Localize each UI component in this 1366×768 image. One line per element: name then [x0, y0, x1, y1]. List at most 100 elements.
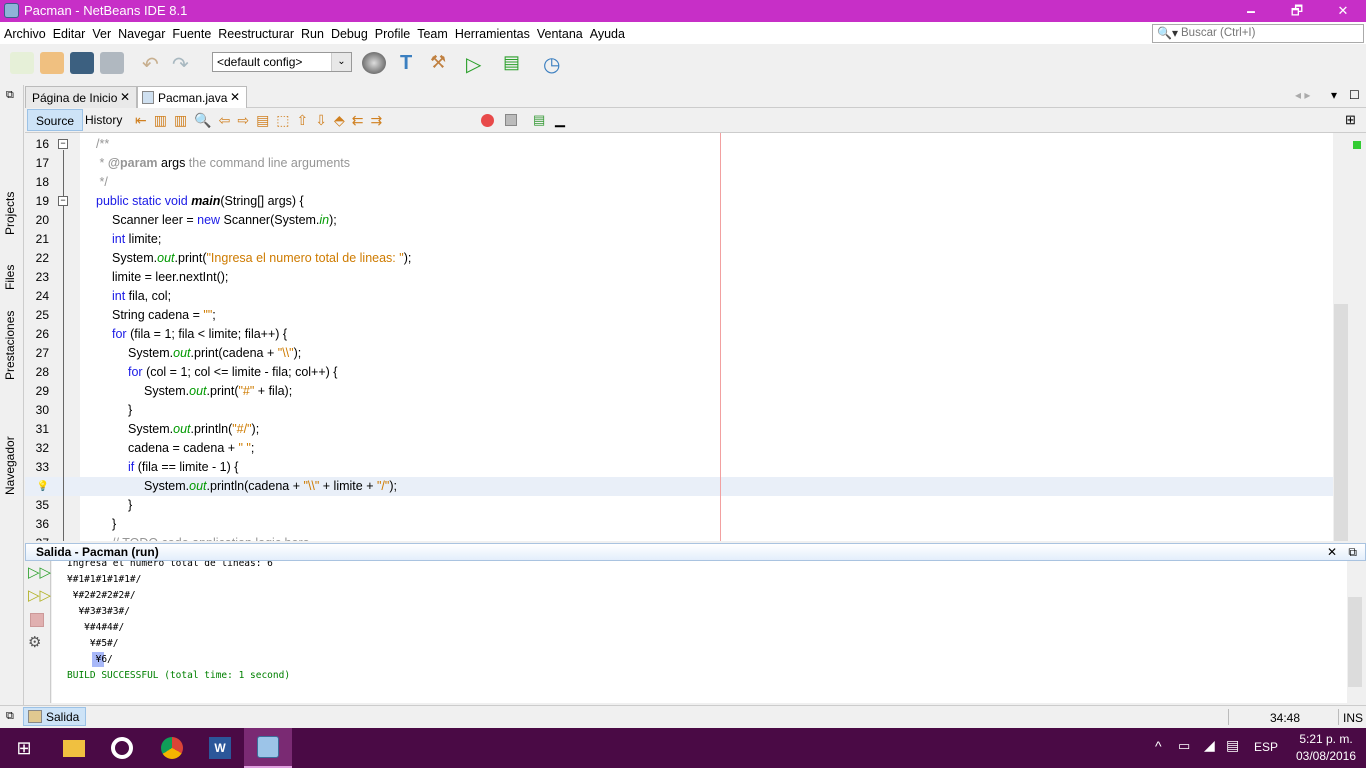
restore-window-icon[interactable]: ⧉ — [6, 710, 14, 723]
menu-navegar[interactable]: Navegar — [114, 22, 168, 41]
code-line[interactable]: // TODO code application logic here — [25, 534, 1335, 541]
editor-action-icons[interactable]: ⇤▥▥🔍⇦⇨▤⬚⇧⇩⬘⇇⇉ — [135, 112, 389, 129]
side-tab-projects[interactable]: Projects — [3, 192, 17, 235]
close-icon[interactable]: ✕ — [1327, 545, 1337, 559]
netbeans-taskbar-icon[interactable] — [257, 736, 279, 758]
output-scrollbar[interactable] — [1347, 561, 1363, 703]
code-line[interactable]: cadena = cadena + " "; — [25, 439, 1335, 458]
fold-toggle-icon[interactable]: − — [58, 139, 68, 149]
restore-window-icon[interactable]: ⧉ — [6, 89, 14, 102]
clock-time[interactable]: 5:21 p. m. — [1296, 732, 1356, 746]
code-line[interactable]: Scanner leer = new Scanner(System.in); — [25, 211, 1335, 230]
menu-fuente[interactable]: Fuente — [168, 22, 214, 41]
code-line[interactable]: public static void main(String[] args) { — [25, 192, 1335, 211]
editor-scrollbar-thumb[interactable] — [1334, 304, 1348, 541]
file-explorer-icon[interactable] — [63, 739, 85, 757]
code-line[interactable]: System.out.print("#" + fila); — [25, 382, 1335, 401]
split-editor-icon[interactable]: ⊞ — [1345, 112, 1356, 128]
code-line[interactable]: */ — [25, 173, 1335, 192]
side-tab-navegador[interactable]: Navegador — [3, 436, 17, 495]
minimize-button[interactable]: 🗕 — [1228, 0, 1274, 22]
close-button[interactable]: ✕ — [1320, 0, 1366, 22]
uncomment-icon[interactable]: ▁ — [555, 112, 565, 128]
config-select[interactable]: <default config> ⌄ — [212, 52, 352, 72]
fold-toggle-icon[interactable]: − — [58, 196, 68, 206]
code-line[interactable]: if (fila == limite - 1) { — [25, 458, 1335, 477]
new-project-icon[interactable] — [40, 52, 64, 74]
menu-run[interactable]: Run — [297, 22, 327, 41]
code-line[interactable]: /** — [25, 135, 1335, 154]
language-indicator[interactable]: ESP — [1254, 740, 1278, 754]
chevron-up-icon[interactable]: ^ — [1155, 738, 1162, 754]
profile-icon[interactable]: ◷ — [543, 52, 567, 76]
code-editor[interactable]: /** 16− * @param args the command line ar… — [25, 133, 1335, 541]
code-line[interactable]: } — [25, 496, 1335, 515]
menu-ventana[interactable]: Ventana — [533, 22, 586, 41]
redo-icon[interactable]: ↷ — [172, 52, 196, 76]
output-scrollbar-thumb[interactable] — [1348, 597, 1362, 687]
browser-icon[interactable] — [362, 52, 386, 74]
code-line[interactable]: System.out.print(cadena + "\\"); — [25, 344, 1335, 363]
wifi-icon[interactable]: ◢ — [1204, 737, 1215, 754]
tab-scroll-arrows[interactable]: ◂ ▸ — [1295, 88, 1310, 102]
rerun-options-icon[interactable]: ▷▷ — [28, 586, 51, 604]
code-line[interactable]: for (fila = 1; fila < limite; fila++) { — [25, 325, 1335, 344]
code-line[interactable]: String cadena = ""; — [25, 306, 1335, 325]
output-console[interactable]: Ingresa el numero total de lineas: 6 ¥#1#… — [52, 561, 1347, 703]
history-button[interactable]: History — [77, 109, 130, 131]
windows-start-icon[interactable]: ⊞ — [0, 728, 48, 768]
side-tab-files[interactable]: Files — [3, 265, 17, 290]
word-icon[interactable]: W — [209, 737, 231, 759]
code-line[interactable]: System.out.println("#/"); — [25, 420, 1335, 439]
menu-herramientas[interactable]: Herramientas — [451, 22, 533, 41]
save-all-icon[interactable] — [100, 52, 124, 74]
code-line[interactable]: System.out.println(cadena + "\\" + limit… — [25, 477, 1335, 496]
debug-icon[interactable]: ▤ — [503, 52, 527, 74]
menu-debug[interactable]: Debug — [327, 22, 371, 41]
clean-build-icon[interactable]: ⚒ — [430, 52, 454, 74]
groove-music-icon[interactable] — [111, 737, 133, 759]
restore-window-icon[interactable]: ⧉ — [1348, 545, 1357, 560]
code-line[interactable]: } — [25, 515, 1335, 534]
record-macro-icon[interactable] — [481, 114, 494, 127]
settings-icon[interactable]: ⚙ — [28, 633, 41, 651]
stop-icon[interactable] — [30, 613, 44, 627]
battery-icon[interactable]: ▭ — [1178, 738, 1190, 754]
code-line[interactable]: * @param args the command line arguments — [25, 154, 1335, 173]
clock-date[interactable]: 03/08/2016 — [1292, 749, 1360, 763]
code-line[interactable]: int limite; — [25, 230, 1335, 249]
menu-profile[interactable]: Profile — [371, 22, 413, 41]
hint-bulb-icon[interactable]: 💡 — [25, 477, 49, 496]
menu-editar[interactable]: Editar — [49, 22, 89, 41]
tab-list-chevron-icon[interactable]: ▾ — [1331, 88, 1337, 102]
menu-archivo[interactable]: Archivo — [0, 22, 49, 41]
source-button[interactable]: Source — [27, 109, 84, 131]
new-file-icon[interactable] — [10, 52, 34, 74]
stop-macro-icon[interactable] — [505, 114, 517, 126]
close-icon[interactable]: ✕ — [120, 90, 130, 104]
rerun-icon[interactable]: ▷▷ — [28, 563, 51, 581]
build-icon[interactable]: T — [400, 52, 424, 74]
open-project-icon[interactable] — [70, 52, 94, 74]
menu-ver[interactable]: Ver — [88, 22, 114, 41]
search-input[interactable]: 🔍▾ Buscar (Ctrl+I) — [1152, 24, 1364, 43]
undo-icon[interactable]: ↶ — [142, 52, 166, 76]
menu-team[interactable]: Team — [413, 22, 451, 41]
tab-pacman-java[interactable]: Pacman.java ✕ — [137, 86, 247, 108]
maximize-button[interactable]: 🗗 — [1274, 0, 1320, 22]
tab-pagina-de-inicio[interactable]: Página de Inicio ✕ — [25, 86, 137, 108]
maximize-editor-icon[interactable]: ☐ — [1349, 88, 1360, 102]
code-line[interactable]: int fila, col; — [25, 287, 1335, 306]
run-icon[interactable]: ▷ — [466, 52, 490, 76]
code-line[interactable]: limite = leer.nextInt(); — [25, 268, 1335, 287]
menu-reestructurar[interactable]: Reestructurar — [214, 22, 297, 41]
code-line[interactable]: for (col = 1; col <= limite - fila; col+… — [25, 363, 1335, 382]
output-tab-button[interactable]: Salida — [23, 707, 87, 726]
code-line[interactable]: System.out.print("Ingresa el numero tota… — [25, 249, 1335, 268]
menu-ayuda[interactable]: Ayuda — [586, 22, 628, 41]
chrome-icon[interactable] — [161, 737, 183, 759]
side-tab-prestaciones[interactable]: Prestaciones — [3, 311, 17, 380]
close-icon[interactable]: ✕ — [230, 90, 240, 104]
comment-icon[interactable]: ▤ — [533, 112, 545, 128]
notifications-icon[interactable]: ▤ — [1226, 737, 1239, 754]
